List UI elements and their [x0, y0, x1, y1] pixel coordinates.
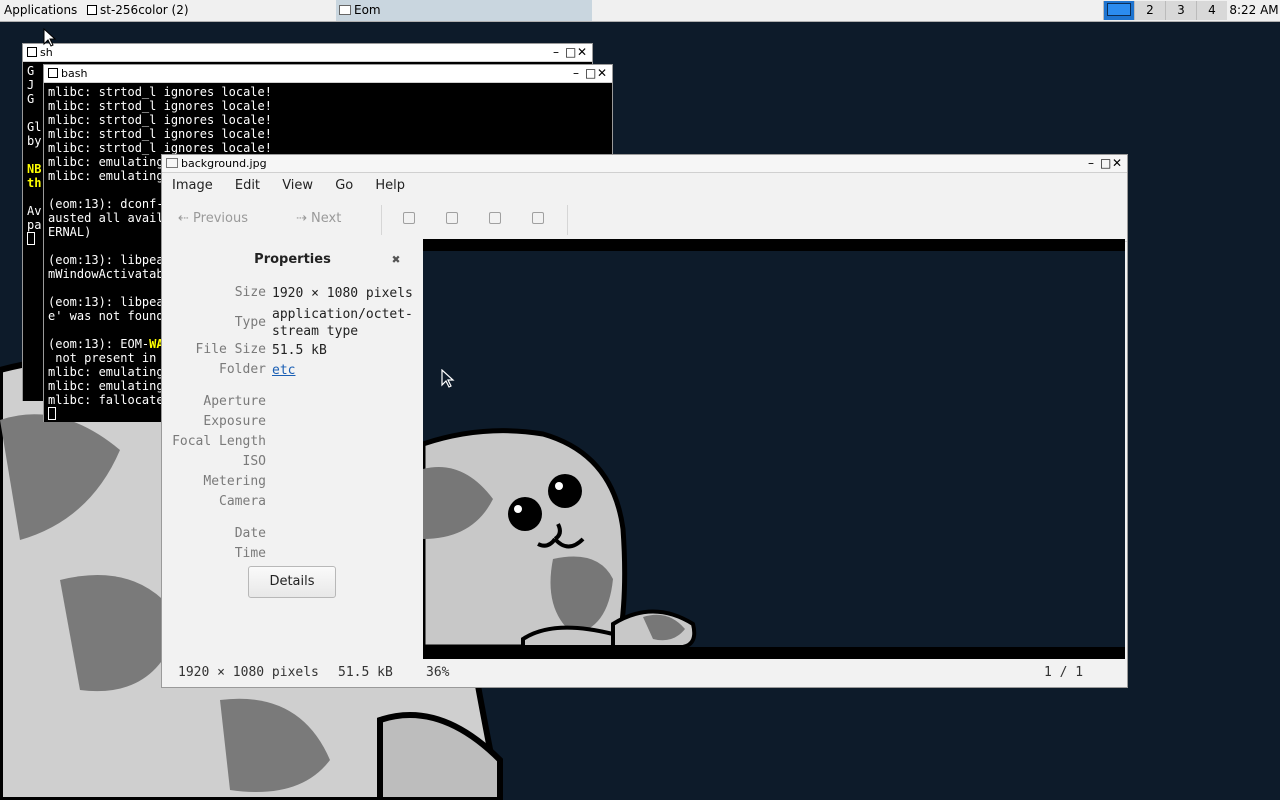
terminal-cursor — [48, 407, 56, 420]
terminal-icon — [87, 5, 97, 15]
property-label: Aperture — [203, 394, 266, 409]
property-label: ISO — [242, 454, 266, 469]
properties-sidebar: Properties ✖ Size 1920 × 1080 pixels Typ… — [162, 240, 423, 659]
zoom-in-icon[interactable] — [403, 212, 415, 224]
workspace-1[interactable] — [1103, 1, 1134, 20]
workspace-4[interactable]: 4 — [1196, 1, 1227, 20]
maximize-icon[interactable]: □ — [1100, 155, 1112, 172]
status-filesize: 51.5 kB — [338, 665, 393, 680]
status-position: 1 / 1 — [1044, 665, 1084, 680]
taskbar-item-eom[interactable]: Eom — [336, 0, 592, 21]
zoom-out-icon[interactable] — [446, 212, 458, 224]
top-panel: Applications st-256color (2) Eom 2 3 4 8… — [0, 0, 1280, 22]
window-title: background.jpg — [181, 157, 267, 170]
workspace-3[interactable]: 3 — [1165, 1, 1196, 20]
property-label: Camera — [219, 494, 266, 509]
status-dimensions: 1920 × 1080 pixels — [178, 665, 319, 680]
property-label: Size — [234, 285, 266, 300]
window-title: bash — [61, 67, 88, 80]
seal-image — [423, 239, 1125, 659]
next-button[interactable]: ⇢ Next — [296, 211, 341, 226]
close-icon[interactable]: ✕ — [1112, 155, 1124, 172]
details-button[interactable]: Details — [248, 566, 336, 598]
toolbar: ⇠ Previous ⇢ Next — [162, 199, 1127, 242]
terminal-line: mlibc: strtod_l ignores locale! — [48, 99, 272, 113]
property-label: Type — [234, 315, 266, 330]
terminal-line: mlibc: strtod_l ignores locale! — [48, 141, 272, 155]
property-label: Exposure — [203, 414, 266, 429]
image-viewer-icon — [339, 5, 351, 15]
previous-label: Previous — [193, 211, 248, 226]
image-viewer-icon[interactable] — [166, 158, 178, 168]
menu-view[interactable]: View — [282, 178, 313, 193]
maximize-icon[interactable]: □ — [585, 65, 597, 82]
minimize-icon[interactable]: – — [1088, 155, 1100, 172]
property-label: Time — [234, 546, 266, 561]
clock: 8:22 AM — [1229, 3, 1279, 17]
best-fit-icon[interactable] — [532, 212, 544, 224]
next-icon: ⇢ — [296, 211, 312, 226]
window-menu-icon[interactable] — [27, 47, 37, 57]
property-label: Focal Length — [172, 434, 266, 449]
status-bar: 1920 × 1080 pixels 51.5 kB 36% 1 / 1 — [162, 659, 1127, 687]
taskbar-item-st[interactable]: st-256color (2) — [84, 0, 336, 21]
terminal-cursor — [27, 232, 35, 245]
window-titlebar[interactable]: sh –□✕ — [23, 44, 592, 62]
menu-bar: Image Edit View Go Help — [162, 173, 1127, 199]
window-titlebar[interactable]: bash –□✕ — [44, 65, 612, 83]
properties-title: Properties — [254, 252, 331, 267]
menu-image[interactable]: Image — [172, 178, 213, 193]
toolbar-separator — [567, 205, 568, 235]
close-icon[interactable]: ✕ — [577, 44, 589, 61]
terminal-line: mlibc: strtod_l ignores locale! — [48, 85, 272, 99]
taskbar-item-label: st-256color (2) — [100, 3, 189, 17]
property-value: application/octet- stream type — [272, 307, 413, 339]
property-label: File Size — [195, 342, 266, 357]
menu-edit[interactable]: Edit — [235, 178, 260, 193]
normal-size-icon[interactable] — [489, 212, 501, 224]
maximize-icon[interactable]: □ — [565, 44, 577, 61]
menu-help[interactable]: Help — [375, 178, 405, 193]
window-titlebar[interactable]: background.jpg –□✕ — [162, 155, 1127, 173]
property-label: Metering — [203, 474, 266, 489]
minimize-icon[interactable]: – — [553, 44, 565, 61]
minimize-icon[interactable]: – — [573, 65, 585, 82]
close-icon[interactable]: ✖ — [392, 252, 400, 268]
image-view[interactable] — [423, 239, 1125, 659]
workspace-2[interactable]: 2 — [1134, 1, 1165, 20]
applications-menu[interactable]: Applications — [4, 3, 77, 17]
window-menu-icon[interactable] — [48, 68, 58, 78]
workspace-preview-icon — [1107, 3, 1131, 16]
terminal-line: mlibc: strtod_l ignores locale! — [48, 113, 272, 127]
taskbar-item-label: Eom — [354, 3, 381, 17]
toolbar-separator — [381, 205, 382, 235]
next-label: Next — [311, 211, 342, 226]
previous-icon: ⇠ — [178, 211, 194, 226]
previous-button[interactable]: ⇠ Previous — [178, 211, 248, 226]
menu-go[interactable]: Go — [335, 178, 353, 193]
property-value: 1920 × 1080 pixels — [272, 286, 413, 301]
eom-window: background.jpg –□✕ Image Edit View Go He… — [161, 154, 1128, 688]
property-value: 51.5 kB — [272, 343, 327, 358]
property-label: Date — [234, 526, 266, 541]
status-zoom: 36% — [426, 665, 450, 680]
terminal-line: mlibc: strtod_l ignores locale! — [48, 127, 272, 141]
folder-link[interactable]: etc — [272, 363, 295, 378]
mouse-cursor-icon — [441, 369, 455, 388]
mouse-cursor-icon — [43, 28, 57, 47]
close-icon[interactable]: ✕ — [597, 65, 609, 82]
property-label: Folder — [219, 362, 266, 377]
